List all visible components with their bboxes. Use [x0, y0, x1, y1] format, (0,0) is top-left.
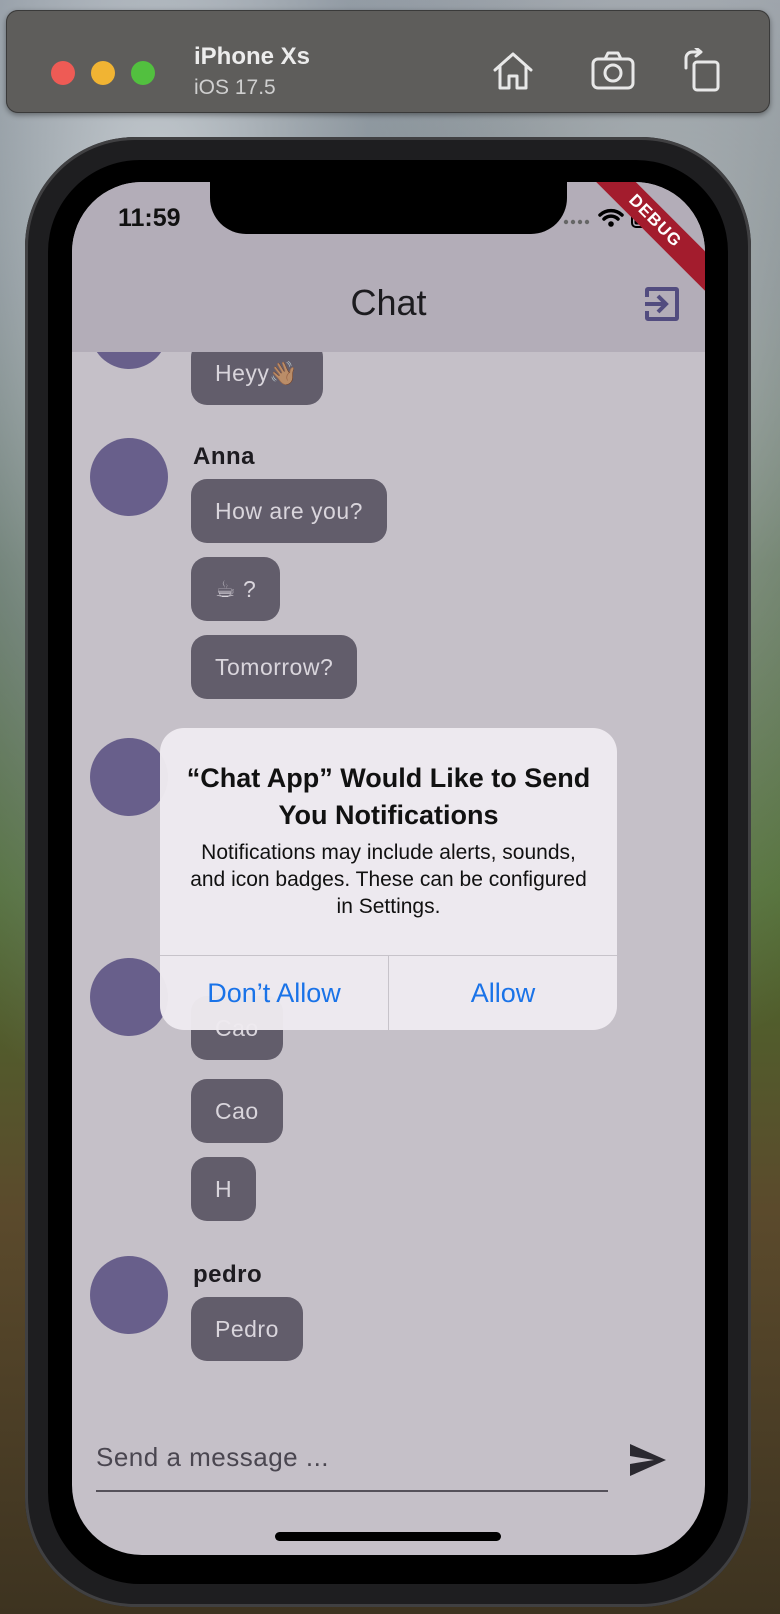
message-bubble[interactable]: Cao: [191, 1079, 283, 1143]
avatar: [90, 738, 168, 816]
device-os-version: iOS 17.5: [194, 76, 276, 99]
message-bubble[interactable]: Tomorrow?: [191, 635, 358, 699]
allow-button[interactable]: Allow: [389, 956, 617, 1030]
message-composer: [72, 1412, 705, 1555]
avatar: [90, 958, 168, 1036]
alert-message: Notifications may include alerts, sounds…: [190, 841, 587, 918]
message-bubble[interactable]: Heyy👋🏽: [191, 352, 323, 405]
avatar: [90, 438, 168, 516]
avatar: [90, 352, 168, 369]
home-indicator[interactable]: [275, 1532, 501, 1541]
signal-dots-icon: [563, 219, 590, 225]
zoom-window-button[interactable]: [131, 61, 155, 85]
status-time: 11:59: [118, 204, 181, 232]
close-window-button[interactable]: [51, 61, 75, 85]
notch: [210, 182, 567, 234]
message-bubble[interactable]: ☕ ?: [191, 557, 281, 621]
message-bubble[interactable]: H: [191, 1157, 257, 1221]
home-icon[interactable]: [490, 48, 536, 94]
logout-icon[interactable]: [642, 284, 682, 324]
sender-name: Anna: [193, 443, 255, 470]
sender-name: pedro: [193, 1261, 263, 1288]
message-bubble[interactable]: How are you?: [191, 479, 387, 543]
notification-permission-alert: “Chat App” Would Like to Send You Notifi…: [160, 728, 617, 1030]
device-name: iPhone Xs: [194, 43, 311, 70]
app-bar: 11:59 Chat: [72, 182, 705, 352]
minimize-window-button[interactable]: [91, 61, 115, 85]
rotate-icon[interactable]: [680, 48, 726, 94]
message-bubble[interactable]: Pedro: [191, 1297, 303, 1361]
wifi-icon: [598, 208, 624, 227]
message-input[interactable]: [96, 1424, 608, 1492]
avatar: [90, 1256, 168, 1334]
phone-screen: 11:59 Chat Heyy👋🏽 Anna How are you? ☕ ? …: [72, 182, 705, 1555]
send-icon[interactable]: [628, 1440, 668, 1480]
app-title: Chat: [350, 282, 427, 323]
dont-allow-button[interactable]: Don’t Allow: [160, 956, 388, 1030]
alert-title: “Chat App” Would Like to Send You Notifi…: [186, 763, 591, 830]
screenshot-icon[interactable]: [590, 48, 636, 94]
simulator-toolbar: iPhone Xs iOS 17.5: [6, 10, 770, 113]
